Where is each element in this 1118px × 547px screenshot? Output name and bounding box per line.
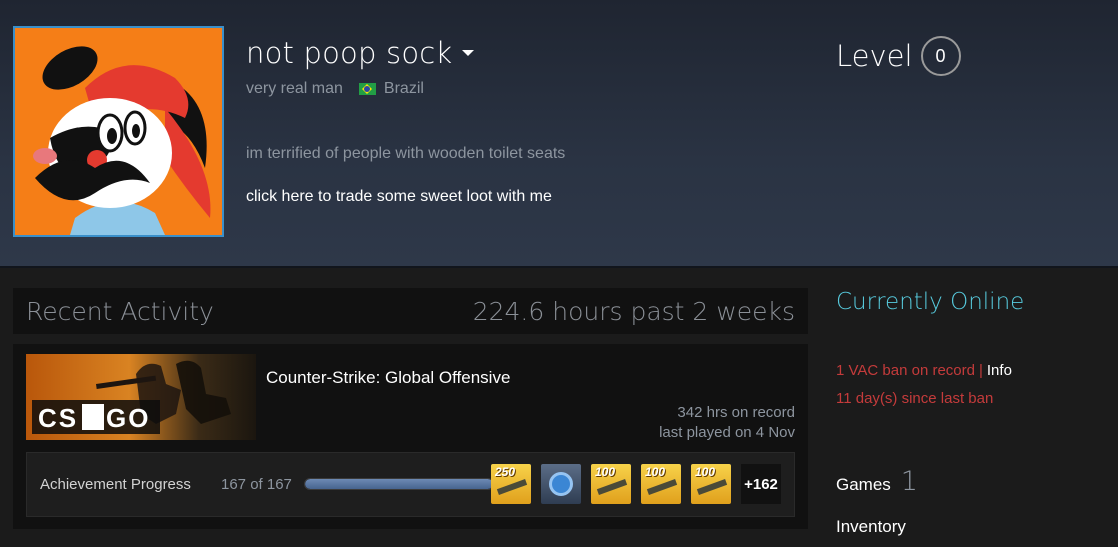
svg-text:CS: CS (38, 403, 78, 433)
achievement-badge-text: 100 (645, 465, 666, 479)
more-achievements-button[interactable]: +162 (741, 464, 781, 504)
svg-text:GO: GO (106, 403, 150, 433)
game-capsule[interactable]: CS GO (26, 354, 256, 440)
brazil-flag-icon (358, 83, 376, 95)
level-label: Level (836, 39, 913, 73)
avatar[interactable] (13, 26, 224, 237)
trade-link[interactable]: click here to trade some sweet loot with… (246, 188, 552, 206)
achievement-badge-text: 100 (695, 465, 716, 479)
games-count: 1 (900, 466, 918, 497)
realname-row: very real man Brazil (246, 80, 424, 98)
vac-info-link[interactable]: Info (987, 362, 1012, 379)
hours-on-record: 342 hrs on record (677, 404, 795, 421)
achievement-progress-label: Achievement Progress (40, 476, 191, 493)
persona-name-text: not poop sock (246, 36, 453, 70)
achievement-count: 167 of 167 (221, 476, 292, 493)
achievement-badge-text: 250 (495, 465, 516, 479)
profile-summary: im terrified of people with wooden toile… (246, 145, 566, 162)
vac-separator: | (978, 362, 983, 379)
medal-icon[interactable] (541, 464, 581, 504)
csgo-logo-icon: CS GO (26, 354, 256, 440)
vac-ban-row: 1 VAC ban on record | Info (836, 362, 1012, 379)
achievement-badge-text: 100 (595, 465, 616, 479)
shotgun-icon[interactable]: 100 (691, 464, 731, 504)
game-card: CS GO Counter-Strike: Global Offensive 3… (13, 344, 808, 529)
real-name: very real man (246, 80, 343, 97)
achievement-progress-bar (304, 478, 494, 490)
games-label: Games (836, 475, 891, 494)
recent-activity-header: Recent Activity 224.6 hours past 2 weeks (13, 288, 808, 334)
achievement-icons: 250 100 100 100 +162 (491, 464, 781, 504)
recent-activity-title: Recent Activity (26, 296, 214, 326)
smg-icon[interactable]: 100 (641, 464, 681, 504)
game-name[interactable]: Counter-Strike: Global Offensive (266, 368, 510, 388)
online-status: Currently Online (836, 289, 1025, 315)
persona-name[interactable]: not poop sock (246, 36, 475, 70)
games-link[interactable]: Games 1 (836, 466, 918, 497)
rifle-icon[interactable]: 250 (491, 464, 531, 504)
days-since-ban: 11 day(s) since last ban (836, 390, 994, 407)
avatar-image (15, 28, 222, 235)
grenade-icon[interactable]: 100 (591, 464, 631, 504)
achievement-progress-row[interactable]: Achievement Progress 167 of 167 250 100 … (26, 452, 795, 517)
inventory-link[interactable]: Inventory (836, 517, 906, 537)
vac-ban-text: 1 VAC ban on record (836, 362, 975, 379)
chevron-down-icon[interactable] (462, 50, 475, 56)
hours-past-two-weeks: 224.6 hours past 2 weeks (472, 296, 795, 326)
country: Brazil (383, 80, 424, 97)
level-badge: 0 (920, 36, 961, 76)
profile-level[interactable]: Level 0 (836, 36, 961, 76)
last-played: last played on 4 Nov (659, 424, 795, 441)
achievement-progress-fill (305, 479, 493, 489)
profile-header: not poop sock very real man Brazil im te… (0, 0, 1118, 268)
